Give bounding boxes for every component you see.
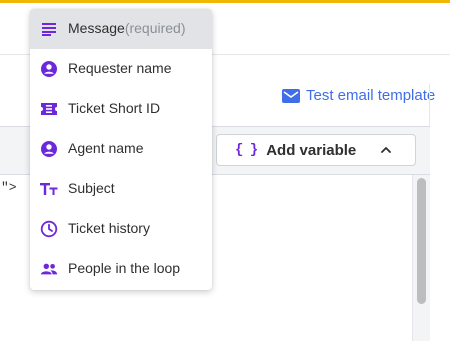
menu-item-people-in-the-loop[interactable]: People in the loop — [30, 249, 212, 289]
variable-menu: Message(required) Requester name Ticket … — [30, 9, 212, 290]
menu-item-label: Requester name — [68, 60, 172, 76]
braces-icon: { } — [235, 142, 258, 158]
menu-item-message[interactable]: Message(required) — [30, 9, 212, 49]
menu-item-label: Ticket history — [68, 220, 150, 236]
ticket-icon — [40, 100, 58, 118]
top-accent-bar — [0, 0, 450, 3]
person-circle-icon — [40, 60, 58, 78]
editor-scrollbar-thumb[interactable] — [417, 178, 426, 304]
chevron-up-icon — [381, 147, 391, 153]
menu-item-agent-name[interactable]: Agent name — [30, 129, 212, 169]
test-email-template-label: Test email template — [306, 87, 436, 104]
test-email-template-link[interactable]: Test email template — [282, 87, 435, 104]
people-icon — [40, 260, 58, 278]
add-variable-button[interactable]: { } Add variable — [216, 134, 416, 166]
menu-item-label: Agent name — [68, 140, 144, 156]
menu-item-label: Ticket Short ID — [68, 100, 161, 116]
menu-item-subject[interactable]: Subject — [30, 169, 212, 209]
editor-code-text: "> — [1, 180, 17, 195]
text-size-icon — [40, 180, 58, 198]
menu-item-hint: (required) — [124, 20, 186, 36]
menu-item-label: Subject — [68, 180, 115, 196]
menu-item-label: Message — [68, 20, 125, 36]
person-circle-icon — [40, 140, 58, 158]
menu-item-requester-name[interactable]: Requester name — [30, 49, 212, 89]
clock-icon — [40, 220, 58, 238]
menu-item-label: People in the loop — [68, 260, 181, 276]
menu-item-ticket-history[interactable]: Ticket history — [30, 209, 212, 249]
add-variable-label: Add variable — [266, 141, 357, 159]
text-lines-icon — [40, 20, 58, 38]
envelope-icon — [282, 88, 300, 103]
menu-item-ticket-short-id[interactable]: Ticket Short ID — [30, 89, 212, 129]
